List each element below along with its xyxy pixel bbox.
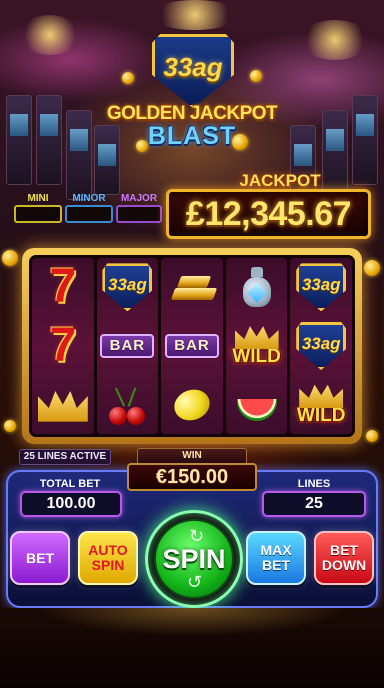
spin-arrow-icon: ↺	[187, 572, 203, 592]
coin-icon	[250, 70, 262, 82]
spin-arrow-icon: ↻	[189, 526, 205, 546]
bet-down-button[interactable]: BET DOWN	[314, 531, 374, 585]
shield-symbol-text: 33ag	[301, 275, 341, 295]
jackpot-amount: £12,345.67	[185, 194, 352, 233]
jackpot-label: JACKPOT	[239, 171, 321, 190]
auto-spin-label: AUTO SPIN	[88, 543, 127, 573]
cherry-icon	[107, 385, 147, 425]
max-bet-button[interactable]: MAX BET	[246, 531, 306, 585]
reel-cell: WILD	[290, 375, 352, 434]
reel-frame: 7 7 33ag BAR BAR WILD 33ag 33ag WILD	[22, 248, 362, 444]
reel-1: 7 7	[32, 258, 94, 434]
minor-jackpot-label: MINOR	[72, 193, 106, 204]
seven-symbol: 7	[49, 318, 77, 372]
spin-button-label: SPIN	[162, 543, 226, 574]
shield-33ag-symbol: 33ag	[296, 263, 347, 312]
background-light	[300, 20, 370, 60]
bet-down-label-line2: DOWN	[321, 557, 367, 573]
gold-bars-icon	[169, 270, 218, 304]
total-bet-label: TOTAL BET	[39, 478, 101, 490]
reel-cell: WILD	[226, 317, 288, 376]
bar-symbol: BAR	[100, 333, 155, 358]
reel-cell	[226, 375, 288, 434]
max-bet-label-line2: BET	[262, 557, 290, 573]
auto-spin-label-line2: SPIN	[91, 557, 125, 573]
wild-text: WILD	[232, 346, 281, 368]
bet-button-label: BET	[26, 549, 54, 566]
lines-value: 25	[262, 491, 366, 517]
max-bet-label-line1: MAX	[260, 542, 292, 558]
game-screen: 33ag GOLDEN JACKPOT BLAST MINI MINOR MAJ…	[0, 0, 384, 688]
coin-icon	[366, 430, 378, 442]
reel-cell: 7	[32, 258, 94, 317]
reel-3: BAR	[161, 258, 223, 434]
coin-icon	[122, 72, 134, 84]
bottom-decor	[0, 608, 384, 688]
shield-symbol-text: 33ag	[108, 275, 147, 295]
win-label: WIN	[137, 448, 247, 463]
reel-cell: 33ag	[290, 317, 352, 376]
shield-33ag-symbol: 33ag	[296, 321, 347, 370]
shield-symbol-text: 33ag	[301, 333, 341, 353]
minor-jackpot-display	[65, 205, 113, 223]
crown-icon	[299, 384, 344, 409]
reel-cell	[161, 375, 223, 434]
game-subtitle: BLAST	[147, 122, 237, 150]
lines-active-indicator: 25 LINES ACTIVE	[19, 449, 111, 465]
background-light	[150, 0, 240, 30]
lines-label: LINES	[297, 478, 331, 490]
bar-symbol: BAR	[164, 333, 219, 358]
major-jackpot-display	[116, 205, 162, 223]
reel-cell: 7	[32, 317, 94, 376]
reel-4: WILD	[225, 258, 288, 434]
reel-grid: 7 7 33ag BAR BAR WILD 33ag 33ag WILD	[29, 255, 355, 437]
watermelon-icon	[236, 398, 277, 421]
mini-jackpot-label: MINI	[27, 193, 49, 204]
reel-cell	[97, 375, 159, 434]
reel-cell: BAR	[161, 317, 223, 376]
diamond-icon	[246, 283, 267, 304]
coin-icon	[364, 260, 380, 276]
jackpot-display: £12,345.67	[166, 189, 371, 239]
reel-5: 33ag 33ag WILD	[290, 258, 352, 434]
reel-cell	[32, 375, 94, 434]
diamond-bag-icon	[238, 267, 276, 308]
background-light	[20, 15, 80, 55]
reel-2: 33ag BAR	[96, 258, 159, 434]
reel-cell: BAR	[97, 317, 159, 376]
shield-33ag-symbol: 33ag	[102, 263, 153, 312]
wild-symbol: WILD	[296, 382, 346, 427]
reel-cell	[226, 258, 288, 317]
max-bet-label: MAX BET	[260, 543, 291, 573]
major-jackpot-label: MAJOR	[120, 193, 158, 204]
win-amount: €150.00	[127, 463, 257, 491]
bet-button[interactable]: BET	[10, 531, 70, 585]
coin-icon	[4, 420, 16, 432]
seven-symbol: 7	[49, 260, 77, 314]
logo-badge-text: 33ag	[163, 52, 223, 82]
auto-spin-button[interactable]: AUTO SPIN	[78, 531, 138, 585]
mini-jackpot-display	[14, 205, 62, 223]
reel-cell	[161, 258, 223, 317]
bet-down-label-line1: BET	[329, 542, 358, 558]
spin-button[interactable]: ↻ SPIN ↺	[145, 510, 243, 608]
wild-text: WILD	[296, 405, 346, 427]
crown-icon	[37, 391, 88, 422]
coin-icon	[2, 250, 18, 266]
lemon-icon	[169, 384, 215, 425]
wild-symbol: WILD	[232, 323, 281, 368]
bet-down-label: BET DOWN	[322, 543, 366, 573]
reel-cell: 33ag	[290, 258, 352, 317]
auto-spin-label-line1: AUTO	[88, 542, 128, 558]
crown-icon	[234, 326, 279, 350]
reel-cell: 33ag	[97, 258, 159, 317]
total-bet-value: 100.00	[20, 491, 122, 517]
spin-button-face: ↻ SPIN ↺	[154, 519, 234, 599]
